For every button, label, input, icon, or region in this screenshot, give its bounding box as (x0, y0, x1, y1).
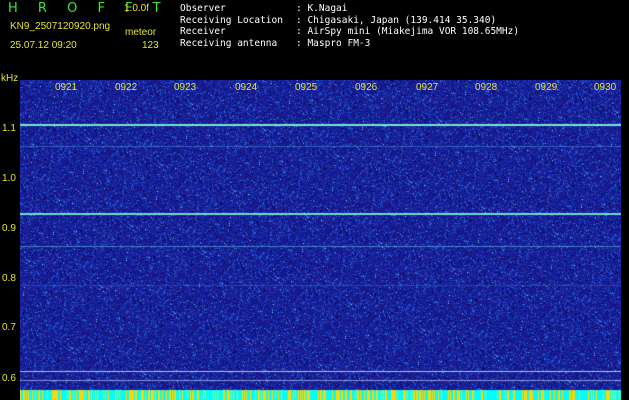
filename-label: KN9_2507120920.png (10, 21, 111, 32)
time-tick-label: 0921 (55, 82, 78, 93)
info-label: Receiving antenna (180, 37, 278, 49)
info-value: : K.Nagai (296, 3, 348, 14)
datetime-label: 25.07.12 09:20 (10, 40, 77, 51)
info-row-location: Receiving Location : Chigasaki, Japan (13… (180, 15, 519, 27)
time-tick-label: 0929 (535, 82, 558, 93)
time-tick-label: 0925 (295, 82, 318, 93)
freq-tick-label: 1.1 (2, 123, 16, 134)
info-row-observer: Observer : K.Nagai (180, 3, 519, 15)
info-label: Observer (180, 3, 226, 14)
freq-tick-label: 1.0 (2, 173, 16, 184)
info-value: : AirSpy mini (Miakejima VOR 108.65MHz) (296, 26, 520, 38)
mode-label: meteor (125, 27, 157, 38)
time-tick-label: 0924 (235, 82, 258, 93)
info-block: Observer : K.Nagai Receiving Location : Ch… (180, 3, 519, 49)
info-row-receiver: Receiver : AirSpy mini (Miakejima VOR 108… (180, 26, 519, 38)
freq-tick-label: 0.8 (2, 273, 16, 284)
info-value: : Chigasaki, Japan (139.414 35.340) (296, 14, 497, 26)
freq-tick-label: 0.7 (2, 322, 16, 333)
frequency-unit-label: kHz (1, 73, 19, 84)
info-label: Receiving Location (180, 14, 283, 26)
info-row-antenna: Receiving antenna : Maspro FM-3 (180, 38, 519, 50)
spectrogram-canvas (20, 80, 621, 400)
time-tick-label: 0927 (416, 82, 439, 93)
version-label: 1.0.0f (124, 3, 150, 14)
info-label: Receiver (180, 26, 226, 38)
freq-tick-label: 0.6 (2, 373, 16, 384)
time-tick-label: 0930 (594, 82, 617, 93)
time-tick-label: 0923 (174, 82, 197, 93)
info-value: : Maspro FM-3 (296, 37, 371, 49)
time-tick-label: 0922 (115, 82, 138, 93)
freq-tick-label: 0.9 (2, 223, 16, 234)
spectrogram (20, 80, 621, 400)
count-label: 123 (142, 40, 159, 51)
time-tick-label: 0926 (355, 82, 378, 93)
time-tick-label: 0928 (475, 82, 498, 93)
